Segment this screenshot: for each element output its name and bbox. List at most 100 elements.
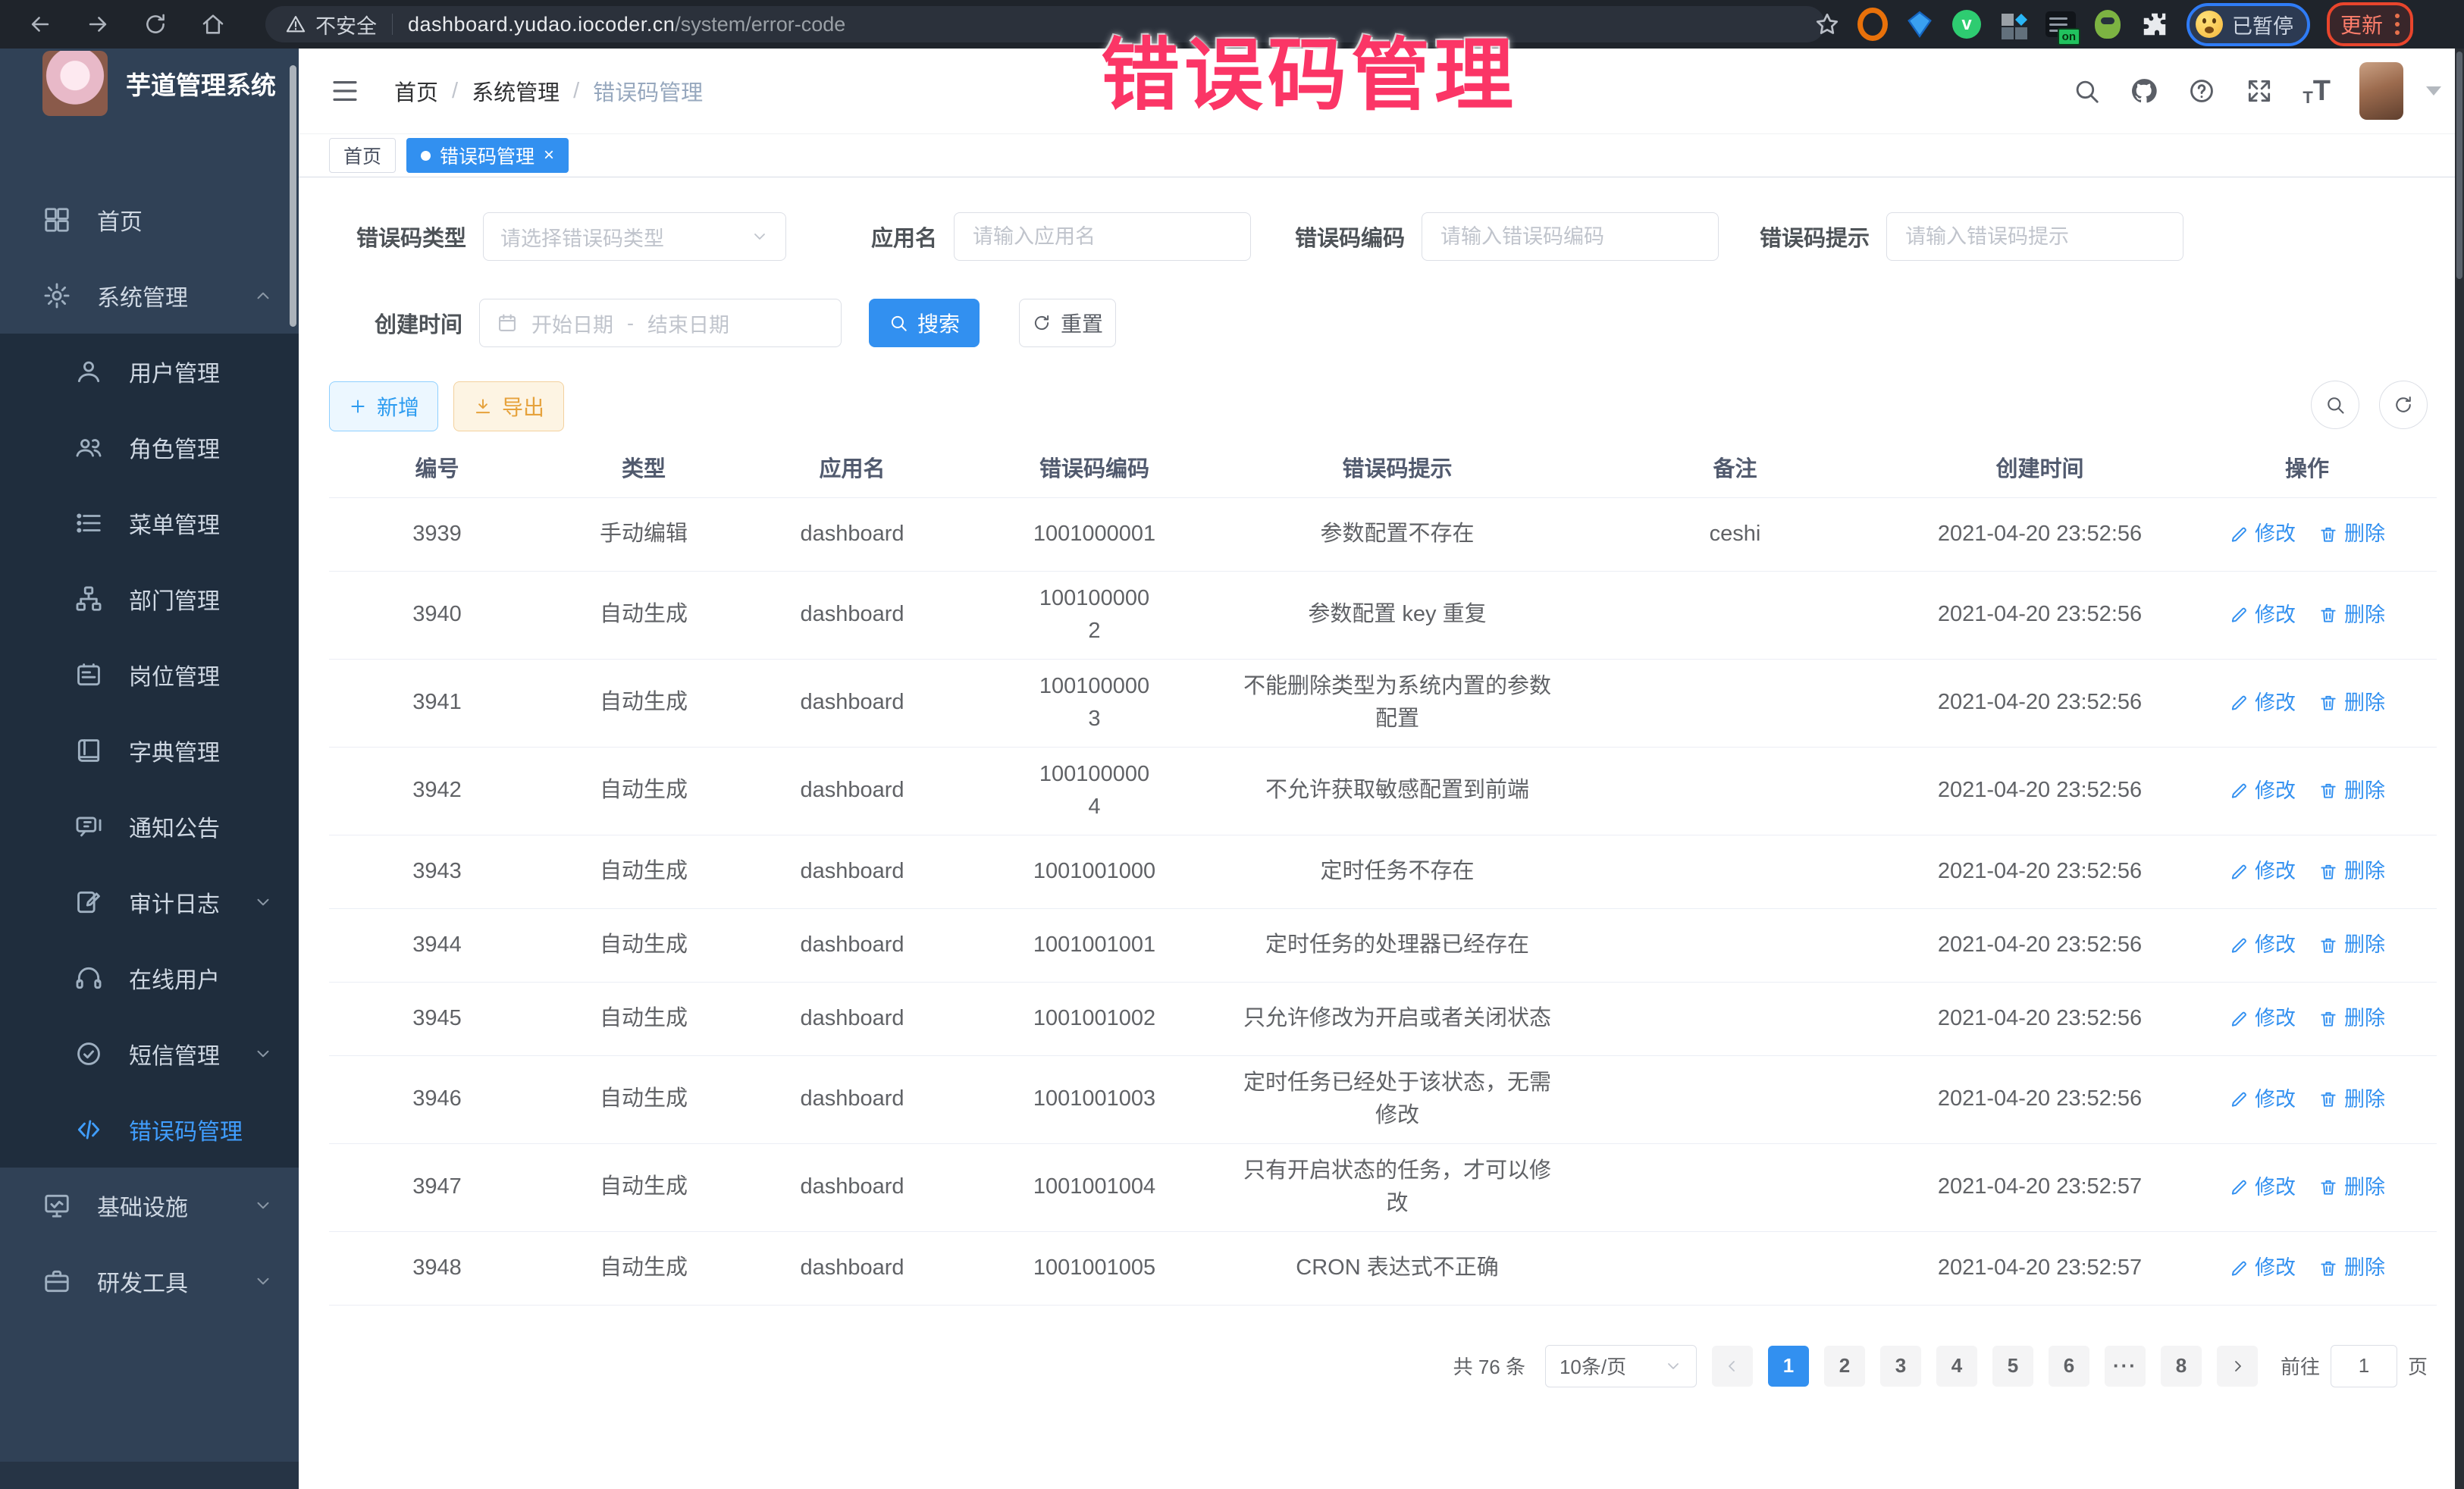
- extension-green-circle-icon[interactable]: v: [1951, 9, 1982, 39]
- sidebar-logo[interactable]: 芋道管理系统: [0, 49, 299, 118]
- sidebar-item-11[interactable]: 在线用户: [0, 940, 299, 1016]
- cell-type: 自动生成: [545, 845, 742, 899]
- filter-input-2[interactable]: [954, 212, 1251, 261]
- extension-orange-ring-icon[interactable]: [1857, 9, 1888, 39]
- edit-link[interactable]: 修改: [2229, 929, 2296, 961]
- page-button-4[interactable]: 4: [1936, 1346, 1977, 1387]
- edit-link[interactable]: 修改: [2229, 600, 2296, 631]
- github-icon[interactable]: [2130, 77, 2158, 105]
- user-avatar[interactable]: [2359, 62, 2403, 120]
- edit-link[interactable]: 修改: [2229, 1084, 2296, 1115]
- profile-paused-chip[interactable]: 已暂停: [2187, 3, 2310, 46]
- avatar-caret-icon[interactable]: [2426, 86, 2441, 96]
- hamburger-icon[interactable]: [329, 75, 361, 107]
- delete-link[interactable]: 删除: [2318, 1172, 2385, 1203]
- sidebar-item-7[interactable]: 岗位管理: [0, 637, 299, 713]
- browser-forward-icon[interactable]: [85, 11, 111, 37]
- sidebar-item-5[interactable]: 菜单管理: [0, 485, 299, 561]
- sidebar-item-3[interactable]: 用户管理: [0, 334, 299, 409]
- sidebar-item-4[interactable]: 角色管理: [0, 409, 299, 485]
- edit-link[interactable]: 修改: [2229, 1003, 2296, 1034]
- date-range-picker[interactable]: 开始日期 - 结束日期: [479, 299, 842, 347]
- tab-错误码管理[interactable]: 错误码管理×: [406, 138, 569, 173]
- edit-link[interactable]: 修改: [2229, 1252, 2296, 1284]
- extension-spy-icon[interactable]: [2093, 9, 2123, 39]
- address-bar[interactable]: 不安全 dashboard.yudao.iocoder.cn/system/er…: [265, 6, 1825, 42]
- bookmark-star-icon[interactable]: [1814, 11, 1841, 38]
- filter-input-field-3[interactable]: [1439, 224, 1701, 249]
- delete-link[interactable]: 删除: [2318, 1084, 2385, 1115]
- refresh-table-button[interactable]: [2379, 381, 2428, 429]
- delete-link[interactable]: 删除: [2318, 519, 2385, 550]
- browser-home-icon[interactable]: [200, 11, 226, 37]
- browser-reload-icon[interactable]: [143, 11, 168, 37]
- filter-label-2: 应用名: [871, 221, 937, 252]
- filter-input-3[interactable]: [1422, 212, 1719, 261]
- sidebar-item-12[interactable]: 短信管理: [0, 1016, 299, 1092]
- cell-created-time: 2021-04-20 23:52:56: [1902, 763, 2177, 818]
- sidebar-item-8[interactable]: 字典管理: [0, 713, 299, 788]
- breadcrumb-item[interactable]: 首页: [394, 75, 438, 107]
- page-button-6[interactable]: 6: [2049, 1346, 2089, 1387]
- security-warning-icon[interactable]: [285, 14, 306, 35]
- filter-input-field-2[interactable]: [971, 224, 1234, 249]
- breadcrumb-item[interactable]: 系统管理: [472, 75, 560, 107]
- reset-button[interactable]: 重置: [1019, 299, 1116, 347]
- delete-link[interactable]: 删除: [2318, 1252, 2385, 1284]
- edit-link[interactable]: 修改: [2229, 1172, 2296, 1203]
- font-size-icon[interactable]: TT: [2303, 75, 2331, 108]
- tag-close-icon[interactable]: ×: [544, 146, 554, 165]
- cell-app: dashboard: [742, 1241, 962, 1296]
- fullscreen-icon[interactable]: [2245, 77, 2274, 105]
- update-label: 更新: [2340, 9, 2383, 39]
- edit-link[interactable]: 修改: [2229, 776, 2296, 807]
- browser-back-icon[interactable]: [27, 11, 53, 37]
- sidebar-item-9[interactable]: 通知公告: [0, 788, 299, 864]
- goto-page-input[interactable]: [2331, 1345, 2397, 1387]
- browser-menu-icon[interactable]: [2395, 14, 2400, 35]
- browser-update-chip[interactable]: 更新: [2327, 2, 2413, 46]
- delete-link[interactable]: 删除: [2318, 856, 2385, 887]
- sidebar-item-15[interactable]: 研发工具: [0, 1243, 299, 1319]
- extension-gem-icon[interactable]: [1904, 9, 1935, 39]
- toggle-search-button[interactable]: [2311, 381, 2359, 429]
- extension-puzzle-icon[interactable]: [2140, 9, 2170, 39]
- add-button[interactable]: 新增: [329, 381, 438, 431]
- cell-remark: [1568, 604, 1902, 625]
- page-button-3[interactable]: 3: [1880, 1346, 1921, 1387]
- tab-首页[interactable]: 首页: [329, 138, 396, 173]
- extension-squares-icon[interactable]: [1998, 9, 2029, 39]
- export-button[interactable]: 导出: [453, 381, 564, 431]
- page-button-2[interactable]: 2: [1824, 1346, 1865, 1387]
- help-icon[interactable]: [2187, 77, 2216, 105]
- prev-page-button[interactable]: [1712, 1346, 1753, 1387]
- header-search-icon[interactable]: [2072, 77, 2101, 105]
- edit-link[interactable]: 修改: [2229, 688, 2296, 719]
- sidebar-item-2[interactable]: 系统管理: [0, 258, 299, 334]
- sidebar-item-10[interactable]: 审计日志: [0, 864, 299, 940]
- error-type-select[interactable]: 请选择错误码类型: [483, 212, 786, 261]
- delete-link[interactable]: 删除: [2318, 776, 2385, 807]
- sidebar-scrollbar[interactable]: [290, 65, 296, 327]
- page-button-8[interactable]: 8: [2161, 1346, 2202, 1387]
- next-page-button[interactable]: [2217, 1346, 2258, 1387]
- filter-input-field-4[interactable]: [1904, 224, 2166, 249]
- extension-list-on-icon[interactable]: on: [2045, 9, 2076, 39]
- edit-link[interactable]: 修改: [2229, 519, 2296, 550]
- delete-link[interactable]: 删除: [2318, 929, 2385, 961]
- filter-input-4[interactable]: [1886, 212, 2183, 261]
- page-ellipsis[interactable]: ···: [2105, 1346, 2146, 1387]
- page-button-5[interactable]: 5: [1992, 1346, 2033, 1387]
- sidebar-item-13[interactable]: 错误码管理: [0, 1092, 299, 1168]
- sidebar-item-6[interactable]: 部门管理: [0, 561, 299, 637]
- edit-link[interactable]: 修改: [2229, 856, 2296, 887]
- delete-link[interactable]: 删除: [2318, 688, 2385, 719]
- search-button[interactable]: 搜索: [869, 299, 980, 347]
- delete-link[interactable]: 删除: [2318, 1003, 2385, 1034]
- delete-link[interactable]: 删除: [2318, 600, 2385, 631]
- window-scrollbar[interactable]: [2455, 49, 2464, 1489]
- sidebar-item-14[interactable]: 基础设施: [0, 1168, 299, 1243]
- page-button-1[interactable]: 1: [1768, 1346, 1809, 1387]
- page-size-select[interactable]: 10条/页: [1545, 1345, 1697, 1387]
- sidebar-item-1[interactable]: 首页: [0, 182, 299, 258]
